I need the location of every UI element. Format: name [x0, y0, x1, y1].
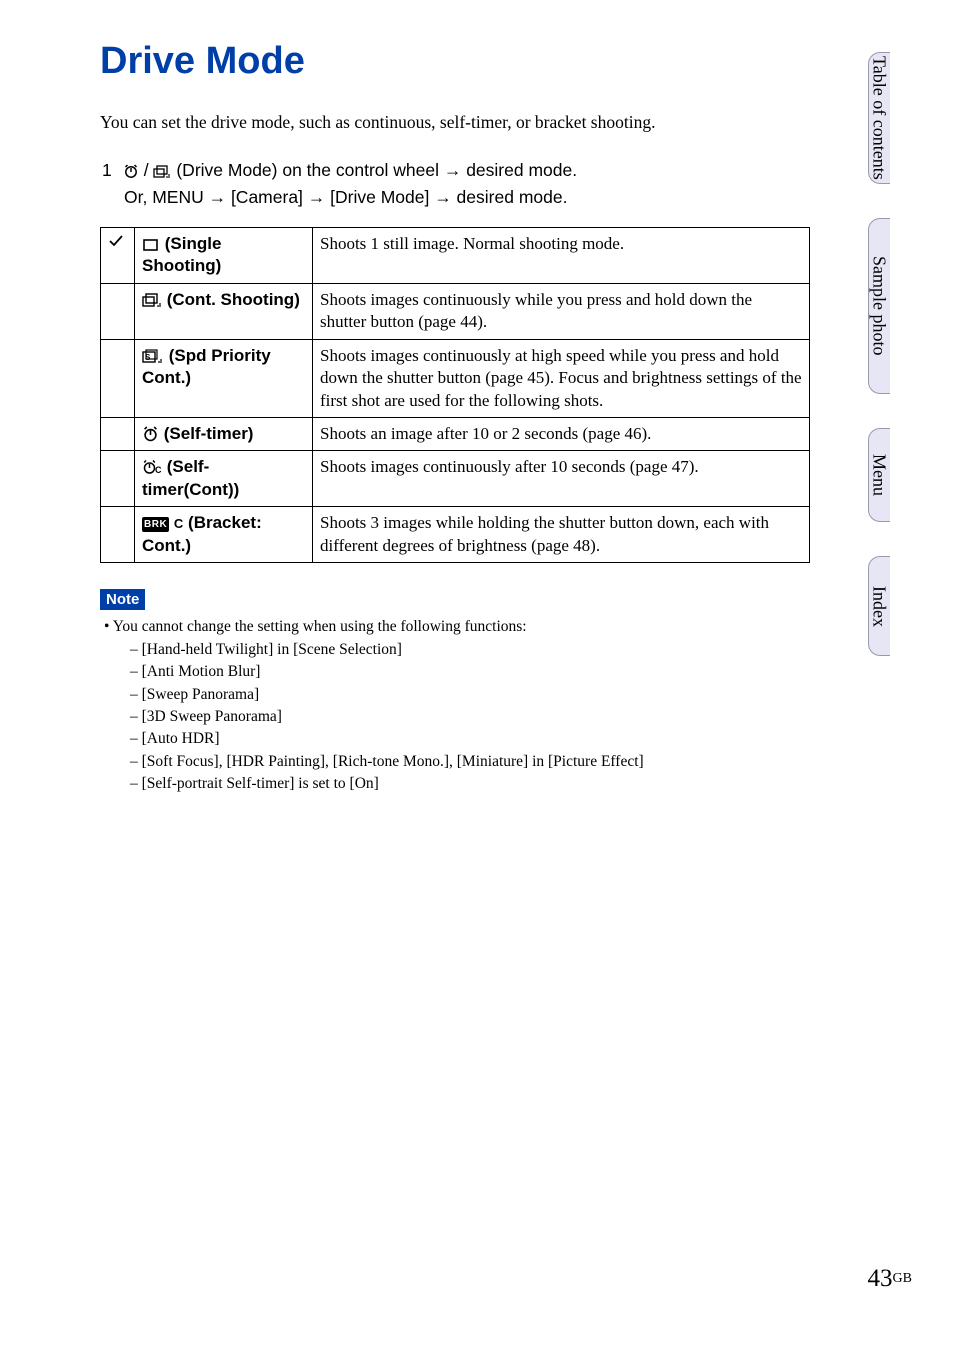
table-row: S (Spd Priority Cont.)Shoots images cont…	[101, 339, 810, 417]
check-cell	[101, 339, 135, 417]
mode-label-cell: (Single Shooting)	[135, 227, 313, 283]
step-number: 1	[102, 157, 118, 184]
mode-desc-cell: Shoots images continuously while you pre…	[313, 283, 810, 339]
note-item: – [Auto HDR]	[130, 728, 820, 750]
cont-icon	[142, 290, 162, 309]
mode-desc-cell: Shoots 1 still image. Normal shooting mo…	[313, 227, 810, 283]
page-title: Drive Mode	[100, 40, 820, 83]
checkmark-icon	[108, 234, 124, 253]
check-cell	[101, 507, 135, 563]
mode-label-cell: C (Self-timer(Cont))	[135, 451, 313, 507]
selftimer-c-icon: C	[142, 457, 162, 476]
mode-label: (Self-timer)	[164, 424, 254, 443]
continuous-icon	[153, 160, 176, 180]
note-label: Note	[100, 589, 145, 610]
drive-mode-table: (Single Shooting)Shoots 1 still image. N…	[100, 227, 810, 563]
note-item: – [Soft Focus], [HDR Painting], [Rich-to…	[130, 751, 820, 773]
mode-label-cell: S (Spd Priority Cont.)	[135, 339, 313, 417]
note-item: – [Sweep Panorama]	[130, 684, 820, 706]
mode-label-cell: (Self-timer)	[135, 417, 313, 450]
step-line2: Or, MENU → [Camera] → [Drive Mode] → des…	[124, 184, 820, 211]
side-tabs: Table of contents Sample photo Menu Inde…	[868, 52, 954, 690]
note-block: • You cannot change the setting when usi…	[100, 616, 820, 796]
single-icon	[142, 234, 160, 253]
self-timer-icon	[123, 160, 144, 180]
mode-label: (Cont. Shooting)	[167, 290, 300, 309]
note-bullet: You cannot change the setting when using…	[113, 618, 527, 635]
mode-label-cell: (Cont. Shooting)	[135, 283, 313, 339]
check-cell	[101, 283, 135, 339]
check-cell	[101, 417, 135, 450]
bracket-icon: BRK C	[142, 513, 183, 532]
tab-index[interactable]: Index	[868, 556, 890, 656]
check-cell	[101, 227, 135, 283]
table-row: C (Self-timer(Cont))Shoots images contin…	[101, 451, 810, 507]
mode-desc-cell: Shoots images continuously at high speed…	[313, 339, 810, 417]
svg-text:C: C	[155, 465, 162, 475]
table-row: (Single Shooting)Shoots 1 still image. N…	[101, 227, 810, 283]
intro-text: You can set the drive mode, such as cont…	[100, 111, 820, 135]
selftimer-icon	[142, 424, 159, 443]
instruction-step: 1 / (Drive Mode) on the control wheel → …	[102, 157, 820, 211]
tab-sample-photo[interactable]: Sample photo	[868, 218, 890, 394]
mode-label-cell: BRK C (Bracket: Cont.)	[135, 507, 313, 563]
page-number: 43GB	[868, 1265, 912, 1293]
note-item: – [Anti Motion Blur]	[130, 661, 820, 683]
mode-desc-cell: Shoots 3 images while holding the shutte…	[313, 507, 810, 563]
table-row: BRK C (Bracket: Cont.)Shoots 3 images wh…	[101, 507, 810, 563]
note-item: – [3D Sweep Panorama]	[130, 706, 820, 728]
mode-desc-cell: Shoots an image after 10 or 2 seconds (p…	[313, 417, 810, 450]
tab-menu[interactable]: Menu	[868, 428, 890, 522]
table-row: (Cont. Shooting) Shoots images continuous…	[101, 283, 810, 339]
tab-table-of-contents[interactable]: Table of contents	[868, 52, 890, 184]
mode-desc-cell: Shoots images continuously after 10 seco…	[313, 451, 810, 507]
note-item: – [Hand-held Twilight] in [Scene Selecti…	[130, 639, 820, 661]
speed-icon: S	[142, 346, 164, 365]
check-cell	[101, 451, 135, 507]
note-item: – [Self-portrait Self-timer] is set to […	[130, 773, 820, 795]
table-row: (Self-timer) Shoots an image after 10 or …	[101, 417, 810, 450]
step-line1: (Drive Mode) on the control wheel → desi…	[176, 160, 577, 180]
